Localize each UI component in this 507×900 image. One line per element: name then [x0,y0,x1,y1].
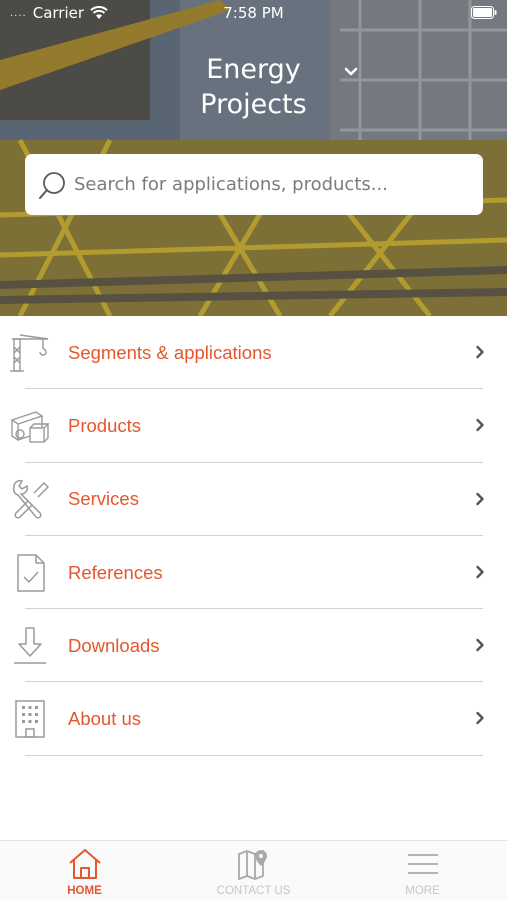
menu-item-services[interactable]: Services [0,463,507,536]
app-title-line1: Energy [206,54,301,85]
chevron-right-icon [476,345,484,359]
home-icon-wrap [0,848,169,884]
home-icon [68,849,101,879]
menu-item-label: Services [68,488,139,510]
search-icon [39,171,65,199]
menu-item-label: Products [68,414,142,436]
main-menu: Segments & applications Products Service… [0,316,507,756]
document-check-icon [17,553,45,592]
app-title-line2: Projects [200,89,307,120]
chevron-right-icon [476,492,484,505]
chevron-down-icon[interactable] [343,65,359,77]
menu-item-downloads[interactable]: Downloads [0,609,507,683]
search-input[interactable] [74,174,454,195]
tools-icon [12,480,49,519]
building-icon [15,700,45,738]
chevron-right-icon [476,565,484,579]
search-box[interactable] [25,154,483,215]
menu-item-label: Segments & applications [68,341,272,363]
menu-item-label: Downloads [68,634,160,656]
menu-item-products[interactable]: Products [0,389,507,463]
chevron-right-icon [476,712,484,725]
divider [25,754,483,756]
map-pin-icon [237,850,267,880]
map-icon-wrap [169,848,338,884]
tab-contact-us[interactable]: CONTACT US [169,841,338,900]
chevron-right-icon [476,638,484,652]
status-bar: .... Carrier 7:58 PM [0,0,507,28]
status-time: 7:58 PM [223,4,284,22]
tab-label: MORE [405,885,440,897]
products-icon [10,411,50,443]
menu-item-segments[interactable]: Segments & applications [0,316,507,390]
app-title-selector[interactable]: Energy Projects [0,52,507,122]
tab-more[interactable]: MORE [338,841,507,900]
tab-label: CONTACT US [216,885,291,897]
tab-home[interactable]: HOME [0,841,169,900]
menu-item-about-us[interactable]: About us [0,682,507,756]
tab-bar: HOME CONTACT US MORE [0,840,507,900]
crane-icon [10,333,49,372]
battery-icon [471,6,497,19]
more-icon-wrap [338,848,507,884]
tab-label: HOME [67,885,102,897]
menu-item-label: About us [68,708,142,730]
menu-item-label: References [68,561,163,583]
download-icon [14,627,46,664]
chevron-right-icon [476,419,484,432]
hamburger-menu-icon [407,854,438,874]
menu-item-references[interactable]: References [0,536,507,610]
